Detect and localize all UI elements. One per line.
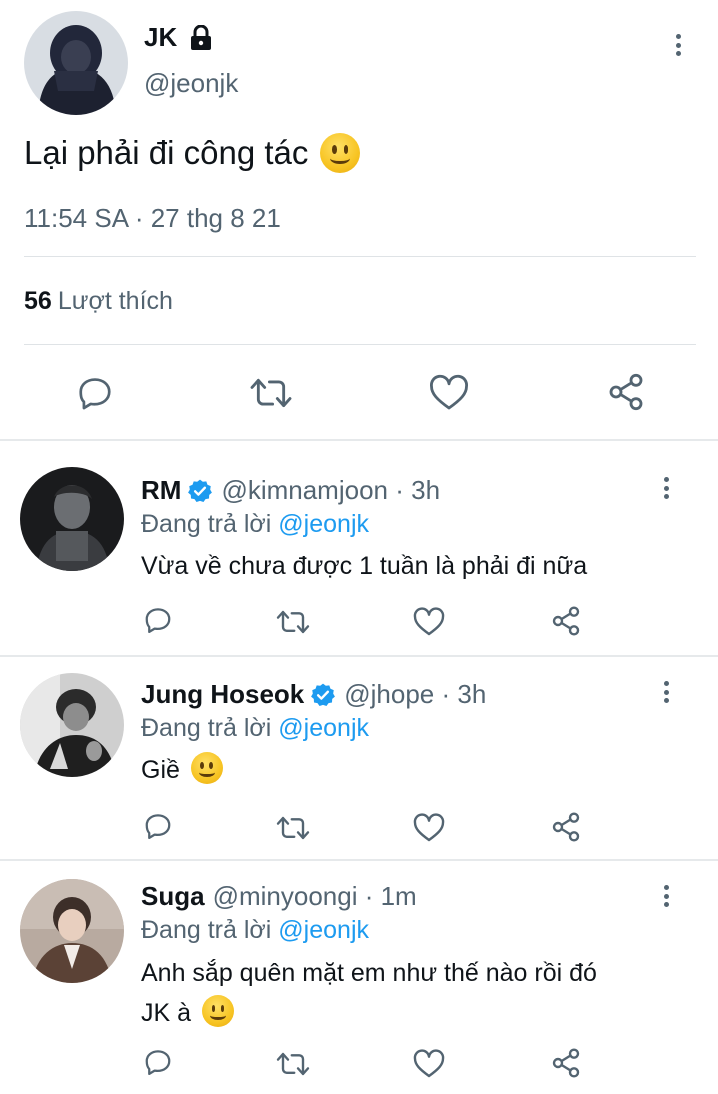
more-vertical-icon[interactable] xyxy=(661,477,671,499)
author-name[interactable]: RM xyxy=(141,475,181,506)
retweet-icon[interactable] xyxy=(275,607,311,637)
mention-link[interactable]: @jeonjk xyxy=(278,916,369,944)
slightly-smiling-face-icon xyxy=(201,995,234,1027)
author-name[interactable]: Jung Hoseok xyxy=(141,679,304,710)
mention-link[interactable]: @jeonjk xyxy=(278,510,369,538)
reply-tweet[interactable]: Suga @minyoongi · 1m Đang trả lời @jeonj… xyxy=(0,861,718,1094)
replying-to: Đang trả lời @jeonjk xyxy=(141,916,369,945)
replying-label: Đang trả lời xyxy=(141,714,272,742)
likes-label: Lượt thích xyxy=(57,287,173,315)
share-icon[interactable] xyxy=(550,1047,582,1079)
profile-photo xyxy=(20,467,124,571)
mention-link[interactable]: @jeonjk xyxy=(278,714,369,742)
replying-label: Đang trả lời xyxy=(141,510,272,538)
author-handle[interactable]: @minyoongi · 1m xyxy=(213,881,417,912)
more-vertical-icon[interactable] xyxy=(673,34,683,56)
avatar[interactable] xyxy=(24,11,128,115)
reply-body: Giề xyxy=(141,756,180,784)
avatar[interactable] xyxy=(20,673,124,777)
reply-tweet[interactable]: RM @kimnamjoon · 3h Đang trả lời @jeonjk… xyxy=(0,441,718,655)
profile-photo xyxy=(20,879,124,983)
heart-icon[interactable] xyxy=(413,1049,445,1079)
heart-icon[interactable] xyxy=(413,607,445,637)
replying-to: Đang trả lời @jeonjk xyxy=(141,510,369,539)
verified-badge-icon xyxy=(187,478,213,504)
share-icon[interactable] xyxy=(606,372,646,412)
avatar[interactable] xyxy=(20,879,124,983)
tweet-text: Lại phải đi công tác xyxy=(24,133,361,173)
profile-photo xyxy=(20,673,124,777)
divider xyxy=(24,256,696,257)
share-icon[interactable] xyxy=(550,811,582,843)
reply-header: RM @kimnamjoon · 3h xyxy=(141,475,440,506)
author-handle[interactable]: @jhope · 3h xyxy=(344,679,486,710)
retweet-icon[interactable] xyxy=(248,374,294,412)
slightly-smiling-face-icon xyxy=(320,133,361,173)
reply-icon[interactable] xyxy=(76,374,114,412)
reply-text: Vừa về chưa được 1 tuần là phải đi nữa xyxy=(141,552,588,580)
reply-header: Jung Hoseok @jhope · 3h xyxy=(141,679,486,710)
reply-body-line-2: JK à xyxy=(141,993,681,1033)
reply-body-line: JK à xyxy=(141,999,192,1027)
reply-icon[interactable] xyxy=(143,1047,173,1077)
heart-icon[interactable] xyxy=(413,813,445,843)
reply-header: Suga @minyoongi · 1m xyxy=(141,881,417,912)
more-vertical-icon[interactable] xyxy=(661,681,671,703)
retweet-icon[interactable] xyxy=(275,813,311,843)
tweet-timestamp[interactable]: 11:54 SA · 27 thg 8 21 xyxy=(24,203,281,234)
reply-tweet[interactable]: Jung Hoseok @jhope · 3h Đang trả lời @je… xyxy=(0,657,718,859)
author-handle[interactable]: @jeonjk xyxy=(144,68,238,99)
reply-body-line: Anh sắp quên mặt em như thế nào rồi đó xyxy=(141,959,597,987)
reply-text: Anh sắp quên mặt em như thế nào rồi đó J… xyxy=(141,953,681,1033)
author-name[interactable]: Suga xyxy=(141,881,205,912)
reply-icon[interactable] xyxy=(143,811,173,841)
share-icon[interactable] xyxy=(550,605,582,637)
likes-count: 56 xyxy=(24,287,52,315)
retweet-icon[interactable] xyxy=(275,1049,311,1079)
replying-label: Đang trả lời xyxy=(141,916,272,944)
slightly-smiling-face-icon xyxy=(190,752,223,784)
avatar[interactable] xyxy=(20,467,124,571)
lock-icon xyxy=(189,24,213,51)
divider xyxy=(24,344,696,345)
profile-photo xyxy=(24,11,128,115)
heart-icon[interactable] xyxy=(429,374,469,412)
more-vertical-icon[interactable] xyxy=(661,885,671,907)
author-handle[interactable]: @kimnamjoon · 3h xyxy=(221,475,440,506)
author-name[interactable]: JK xyxy=(144,22,177,53)
reply-text: Giề xyxy=(141,750,681,790)
likes-stat[interactable]: 56 Lượt thích xyxy=(24,287,173,316)
author-name-row: JK xyxy=(144,22,213,53)
replying-to: Đang trả lời @jeonjk xyxy=(141,714,369,743)
main-tweet: JK @jeonjk Lại phải đi công tác 11:54 SA… xyxy=(0,0,718,440)
tweet-body: Lại phải đi công tác xyxy=(24,134,309,171)
verified-badge-icon xyxy=(310,682,336,708)
reply-icon[interactable] xyxy=(143,605,173,635)
